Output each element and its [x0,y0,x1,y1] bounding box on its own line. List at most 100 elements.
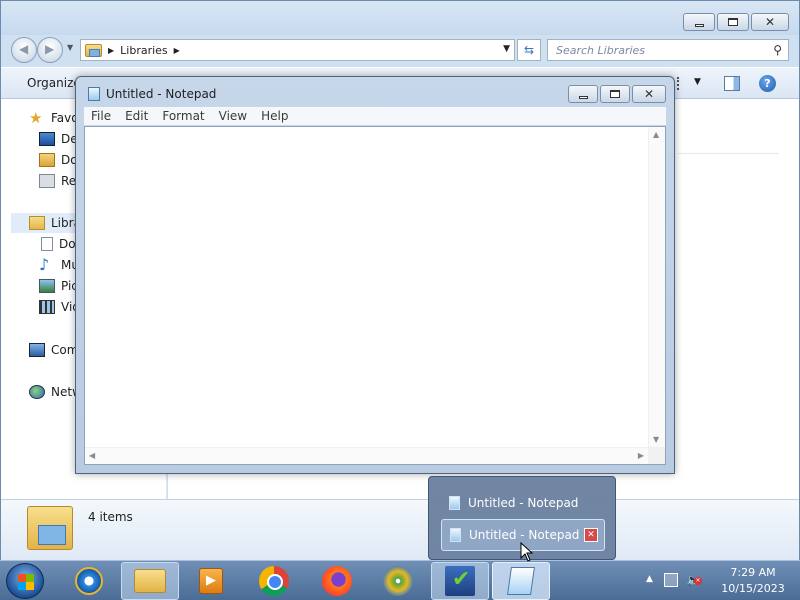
breadcrumb-separator-icon[interactable]: ▶ [108,46,114,55]
minimize-button[interactable] [568,85,598,103]
notepad-window-controls: ✕ [568,85,666,103]
windows-logo-icon [18,574,34,590]
breadcrumb-chevron-icon[interactable]: ▶ [174,46,180,55]
refresh-button[interactable]: ⇆ [517,39,541,61]
group-divider [678,153,779,154]
scroll-left-icon[interactable]: ◀ [89,451,95,460]
maximize-button[interactable] [717,13,749,31]
maximize-icon [728,18,738,26]
menu-help[interactable]: Help [254,109,295,123]
taskbar-internet-explorer[interactable] [60,562,118,600]
documents-icon [41,237,53,251]
item-count: 4 items [88,510,133,524]
libraries-folder-icon [85,43,102,57]
address-toolbar: ◀ ▶ ▼ ▶ Libraries ▶ ▼ ⇆ Search Libraries… [1,35,799,63]
media-center-icon [199,568,223,594]
change-view-icon[interactable] [677,77,693,90]
taskbar-notepad[interactable] [492,562,550,600]
explorer-titlebar[interactable]: ✕ [1,1,799,35]
taskbar-action-center[interactable] [431,562,489,600]
address-dropdown-icon[interactable]: ▼ [503,44,510,54]
minimize-icon [578,95,588,99]
help-icon[interactable]: ? [759,75,776,92]
recent-pages-dropdown-icon[interactable]: ▼ [67,43,73,52]
search-placeholder: Search Libraries [556,43,646,57]
music-icon: ♪ [39,255,50,274]
notepad-window: Untitled - Notepad ✕ File Edit Format Vi… [75,76,675,474]
maximize-icon [610,90,620,98]
network-icon [29,385,45,399]
address-bar[interactable]: ▶ Libraries ▶ ▼ [80,39,515,61]
refresh-icon: ⇆ [523,43,535,57]
star-icon: ★ [29,109,43,127]
forward-button[interactable]: ▶ [37,37,63,63]
libraries-large-icon [27,506,73,550]
forward-arrow-icon: ▶ [45,42,55,56]
show-hidden-icons-icon[interactable]: ▲ [646,574,653,584]
mouse-cursor-icon [520,542,534,562]
taskbar-media-center[interactable] [182,562,240,600]
search-input[interactable]: Search Libraries ⚲ [547,39,789,61]
clock-date: 10/15/2023 [721,582,785,595]
mute-icon: ✕ [694,577,702,585]
scroll-down-icon[interactable]: ▼ [653,435,659,444]
close-button[interactable]: ✕ [632,85,666,103]
organize-menu[interactable]: Organize [27,76,81,90]
menu-edit[interactable]: Edit [118,109,155,123]
videos-icon [39,300,55,314]
taskbar-firefox[interactable] [308,562,366,600]
pictures-icon [39,279,55,293]
menu-view[interactable]: View [212,109,254,123]
preview-pane-icon[interactable] [724,76,740,91]
taskbar: ▲ 🔈✕ 7:29 AM 10/15/2023 [0,560,800,600]
notepad-icon [507,567,535,595]
back-button[interactable]: ◀ [11,37,37,63]
internet-explorer-icon [75,567,103,595]
network-status-icon[interactable] [664,573,678,587]
recent-places-icon [39,174,55,188]
scroll-up-icon[interactable]: ▲ [653,130,659,139]
window-title: Untitled - Notepad [106,87,217,101]
view-options-dropdown-icon[interactable]: ▼ [694,77,701,87]
desktop-icon [39,132,55,146]
notepad-icon [450,528,461,542]
minimize-icon [694,23,704,27]
notepad-icon [88,87,100,101]
back-arrow-icon: ◀ [19,42,29,56]
close-button[interactable]: ✕ [751,13,789,31]
clock[interactable]: 7:29 AM 10/15/2023 [716,565,790,597]
windows-flag-icon [383,566,413,596]
vertical-scrollbar[interactable]: ▲ ▼ [648,127,665,447]
breadcrumb-libraries[interactable]: Libraries [120,44,168,57]
system-tray: ▲ 🔈✕ 7:29 AM 10/15/2023 [640,561,800,600]
menu-format[interactable]: Format [155,109,211,123]
firefox-icon [322,566,352,596]
volume-icon[interactable]: 🔈✕ [686,573,702,587]
taskbar-google-chrome[interactable] [245,562,303,600]
notepad-titlebar[interactable]: Untitled - Notepad ✕ [76,77,674,107]
horizontal-scrollbar[interactable]: ◀ ▶ [85,447,648,464]
menu-file[interactable]: File [84,109,118,123]
maximize-button[interactable] [600,85,630,103]
taskbar-windows-explorer[interactable] [121,562,179,600]
thumbnail-item[interactable]: Untitled - Notepad [441,487,605,519]
notepad-icon [449,496,460,510]
search-icon[interactable]: ⚲ [773,43,782,57]
explorer-window-controls: ✕ [683,13,789,31]
resize-grip[interactable] [648,447,665,464]
start-button[interactable] [6,563,44,599]
text-editor-area[interactable]: ▲ ▼ ◀ ▶ [84,126,666,465]
menu-bar: File Edit Format View Help [84,107,666,125]
minimize-button[interactable] [683,13,715,31]
close-icon: ✕ [643,87,655,101]
details-pane: 4 items [1,499,799,561]
computer-icon [29,343,45,357]
taskbar-windows-logo[interactable] [369,562,427,600]
clock-time: 7:29 AM [730,566,776,579]
scroll-right-icon[interactable]: ▶ [638,451,644,460]
close-icon[interactable]: ✕ [584,528,598,542]
thumbnail-title: Untitled - Notepad [469,528,580,542]
thumbnail-title: Untitled - Notepad [468,496,579,510]
close-icon: ✕ [764,15,776,29]
checkmark-icon [445,566,475,596]
